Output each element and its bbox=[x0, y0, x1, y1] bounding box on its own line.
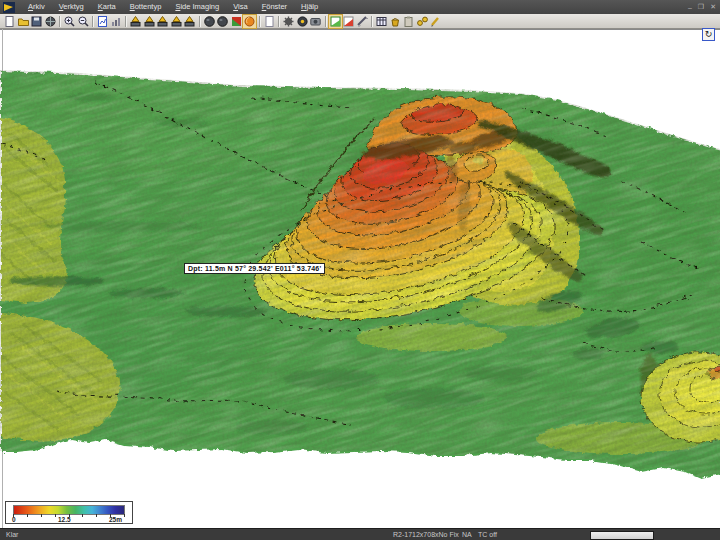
sphere-view-icon-1[interactable] bbox=[203, 15, 216, 28]
status-device-text: R2-1712x708xNo Fix bbox=[393, 531, 459, 538]
measure-icon[interactable] bbox=[356, 15, 369, 28]
menu-visa[interactable]: Visa bbox=[226, 0, 254, 14]
bucket-icon[interactable] bbox=[389, 15, 402, 28]
toolbar-separator bbox=[371, 16, 373, 27]
grid-table-icon[interactable] bbox=[375, 15, 388, 28]
rotate-view-icon[interactable]: ↻ bbox=[702, 28, 715, 41]
close-button[interactable]: ✕ bbox=[710, 3, 716, 11]
zoom-in-icon[interactable] bbox=[63, 15, 76, 28]
toolbar-separator bbox=[259, 16, 261, 27]
clipboard-icon[interactable] bbox=[402, 15, 415, 28]
new-document-icon[interactable] bbox=[3, 15, 16, 28]
edit-pencil-icon[interactable] bbox=[429, 15, 442, 28]
sounding-layer-icon-1[interactable] bbox=[129, 15, 142, 28]
camera-icon[interactable] bbox=[309, 15, 322, 28]
menu-fönster[interactable]: Fönster bbox=[255, 0, 294, 14]
shaded-relief-icon[interactable] bbox=[243, 15, 256, 28]
terrain-map[interactable] bbox=[0, 29, 720, 528]
map-colors-icon[interactable] bbox=[230, 15, 243, 28]
window-controls: – ❐ ✕ bbox=[688, 0, 716, 14]
maximize-button[interactable]: ❐ bbox=[698, 3, 704, 11]
menu-bar: ArkivVerktygKartaBottentypSide ImagingVi… bbox=[0, 0, 720, 14]
legend-min-label: 0 bbox=[12, 516, 16, 523]
menu-items: ArkivVerktygKartaBottentypSide ImagingVi… bbox=[21, 0, 325, 14]
menu-side-imaging[interactable]: Side Imaging bbox=[168, 0, 226, 14]
sounding-layer-icon-2[interactable] bbox=[143, 15, 156, 28]
waypoints-icon[interactable] bbox=[416, 15, 429, 28]
toolbar-separator bbox=[325, 16, 327, 27]
legend-max-label: 25m bbox=[109, 516, 122, 523]
status-tc-text: TC off bbox=[478, 531, 497, 538]
zoom-out-icon[interactable] bbox=[77, 15, 90, 28]
depth-overlay-icon[interactable] bbox=[329, 15, 342, 28]
chart-document-icon[interactable] bbox=[96, 15, 109, 28]
toolbar bbox=[0, 14, 720, 29]
status-ready-text: Klar bbox=[6, 531, 18, 538]
menu-karta[interactable]: Karta bbox=[91, 0, 123, 14]
depth-legend: 0 12.5 25m bbox=[5, 501, 133, 524]
sounding-layer-icon-4[interactable] bbox=[170, 15, 183, 28]
menu-bottentyp[interactable]: Bottentyp bbox=[123, 0, 169, 14]
app-icon bbox=[3, 2, 15, 13]
status-progress-box bbox=[590, 531, 654, 540]
minimize-button[interactable]: – bbox=[688, 4, 692, 11]
depth-tooltip: Dpt: 11.5m N 57° 29.542' E011° 53.746' bbox=[184, 263, 325, 274]
toolbar-separator bbox=[278, 16, 280, 27]
settings-gear-icon[interactable] bbox=[282, 15, 295, 28]
sounding-layer-icon-5[interactable] bbox=[183, 15, 196, 28]
toolbar-separator bbox=[92, 16, 94, 27]
status-gps-text: NA bbox=[462, 531, 472, 538]
gps-position-icon[interactable] bbox=[296, 15, 309, 28]
legend-mid-label: 12.5 bbox=[58, 516, 71, 523]
save-icon[interactable] bbox=[30, 15, 43, 28]
sonar-chart-icon[interactable] bbox=[342, 15, 355, 28]
toolbar-separator bbox=[59, 16, 61, 27]
blank-page-icon[interactable] bbox=[263, 15, 276, 28]
depth-graph-icon[interactable] bbox=[110, 15, 123, 28]
toolbar-separator bbox=[125, 16, 127, 27]
open-folder-icon[interactable] bbox=[17, 15, 30, 28]
menu-verktyg[interactable]: Verktyg bbox=[52, 0, 91, 14]
status-bar: Klar R2-1712x708xNo Fix NA TC off bbox=[0, 528, 720, 540]
menu-hjälp[interactable]: Hjälp bbox=[294, 0, 325, 14]
sphere-view-icon-2[interactable] bbox=[216, 15, 229, 28]
sounding-layer-icon-3[interactable] bbox=[156, 15, 169, 28]
toolbar-separator bbox=[199, 16, 201, 27]
menu-arkiv[interactable]: Arkiv bbox=[21, 0, 52, 14]
globe-icon[interactable] bbox=[44, 15, 57, 28]
